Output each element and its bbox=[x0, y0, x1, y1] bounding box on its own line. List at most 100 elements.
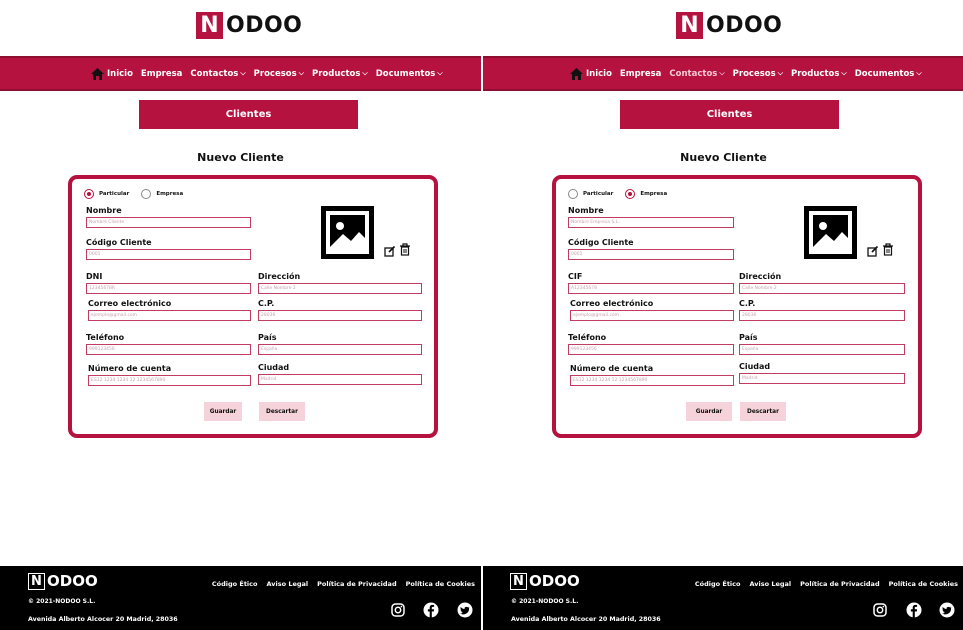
nombre-input[interactable]: Nombre Empresa S.L. bbox=[568, 217, 734, 228]
nav-inicio[interactable]: Inicio bbox=[570, 67, 612, 80]
footer-link-codigo-etico[interactable]: Código Ético bbox=[695, 580, 741, 588]
correo-label: Correo electrónico bbox=[570, 299, 654, 308]
footer-link-privacidad[interactable]: Política de Privacidad bbox=[800, 580, 879, 588]
nav-label: Contactos bbox=[190, 68, 239, 79]
telefono-input[interactable]: 999123456 bbox=[568, 344, 734, 355]
clientes-button[interactable]: Clientes bbox=[620, 100, 839, 129]
nav-label: Productos bbox=[791, 68, 840, 79]
direccion-label: Dirección bbox=[258, 272, 301, 281]
nombre-input[interactable]: Nombre Cliente bbox=[86, 217, 251, 228]
footer-link-privacidad[interactable]: Política de Privacidad bbox=[317, 580, 396, 588]
facebook-icon[interactable] bbox=[423, 602, 439, 618]
radio-particular[interactable] bbox=[84, 189, 94, 199]
instagram-icon[interactable] bbox=[390, 602, 406, 618]
cif-input[interactable]: A12345678 bbox=[568, 283, 734, 294]
nav-label: Empresa bbox=[619, 68, 662, 79]
discard-button[interactable]: Descartar bbox=[259, 402, 305, 421]
nav-documentos[interactable]: Documentos ⌵ bbox=[855, 69, 922, 79]
pais-input[interactable]: España bbox=[739, 344, 905, 355]
twitter-icon[interactable] bbox=[939, 602, 955, 618]
nav-label: Productos bbox=[312, 68, 361, 79]
nav-productos[interactable]: Productos ⌵ bbox=[312, 69, 368, 79]
site-logo[interactable]: N ODOO bbox=[196, 10, 302, 40]
correo-input[interactable]: ejemplo@gmail.com bbox=[88, 310, 251, 321]
save-button[interactable]: Guardar bbox=[204, 402, 242, 421]
radio-particular[interactable] bbox=[568, 189, 578, 199]
footer-link-codigo-etico[interactable]: Código Ético bbox=[212, 580, 258, 588]
footer-logo[interactable]: N ODOO bbox=[510, 572, 580, 590]
ciudad-field: Ciudad Madrid bbox=[258, 363, 422, 385]
cif-label: CIF bbox=[568, 272, 583, 281]
nav-empresa[interactable]: Empresa bbox=[141, 69, 183, 79]
discard-button[interactable]: Descartar bbox=[740, 402, 786, 421]
logo-text: ODOO bbox=[226, 12, 303, 38]
codigo-input[interactable]: 0001 bbox=[86, 249, 251, 260]
pais-input[interactable]: España bbox=[258, 344, 422, 355]
telefono-field: Teléfono 999123456 bbox=[86, 333, 251, 355]
telefono-label: Teléfono bbox=[86, 333, 125, 342]
site-logo[interactable]: N ODOO bbox=[676, 10, 782, 40]
correo-input[interactable]: ejemplo@gmail.com bbox=[570, 310, 734, 321]
cuenta-input[interactable]: ES12 1234 1234 12 1234567890 bbox=[88, 375, 251, 386]
cp-input[interactable]: 28036 bbox=[739, 310, 905, 321]
trash-icon[interactable] bbox=[399, 241, 411, 256]
ciudad-label: Ciudad bbox=[739, 362, 771, 371]
edit-icon[interactable] bbox=[384, 242, 396, 257]
nav-contactos[interactable]: Contactos ⌵ bbox=[669, 69, 724, 79]
instagram-icon[interactable] bbox=[872, 602, 888, 618]
footer-logo[interactable]: N ODOO bbox=[28, 572, 98, 590]
nav-procesos[interactable]: Procesos ⌵ bbox=[254, 69, 304, 79]
nav-empresa[interactable]: Empresa bbox=[620, 69, 662, 79]
facebook-icon[interactable] bbox=[906, 602, 922, 618]
nav-label: Inicio bbox=[586, 68, 612, 79]
radio-empresa[interactable] bbox=[141, 189, 152, 199]
dni-input[interactable]: 12345678R bbox=[86, 283, 251, 294]
nav-inicio[interactable]: Inicio bbox=[91, 67, 133, 80]
footer-link-aviso-legal[interactable]: Aviso Legal bbox=[266, 580, 308, 588]
correo-field: Correo electrónico ejemplo@gmail.com bbox=[88, 299, 251, 321]
footer-link-cookies[interactable]: Política de Cookies bbox=[406, 580, 475, 588]
direccion-input[interactable]: Calle Nombre 2 bbox=[258, 283, 422, 294]
cuenta-input[interactable]: ES12 1234 1234 12 1234567890 bbox=[570, 375, 734, 386]
correo-field: Correo electrónico ejemplo@gmail.com bbox=[570, 299, 734, 321]
direccion-input[interactable]: Calle Nombre 2 bbox=[739, 283, 905, 294]
telefono-field: Teléfono 999123456 bbox=[568, 333, 734, 355]
logo-initial: N bbox=[196, 11, 223, 39]
ciudad-input[interactable]: Madrid bbox=[258, 374, 422, 385]
radio-label-empresa: Empresa bbox=[156, 191, 184, 197]
cp-label: C.P. bbox=[739, 299, 756, 308]
cuenta-field: Número de cuenta ES12 1234 1234 12 12345… bbox=[570, 364, 734, 386]
clientes-button[interactable]: Clientes bbox=[139, 100, 358, 129]
chevron-down-icon: ⌵ bbox=[916, 69, 922, 77]
nav-procesos[interactable]: Procesos ⌵ bbox=[733, 69, 783, 79]
form-title: Nuevo Cliente bbox=[197, 151, 284, 164]
cp-input[interactable]: 28036 bbox=[258, 310, 422, 321]
footer-link-aviso-legal[interactable]: Aviso Legal bbox=[749, 580, 791, 588]
edit-icon[interactable] bbox=[867, 242, 879, 257]
radio-empresa[interactable] bbox=[625, 189, 636, 199]
nav-productos[interactable]: Productos ⌵ bbox=[791, 69, 847, 79]
chevron-down-icon: ⌵ bbox=[777, 69, 784, 77]
cuenta-field: Número de cuenta ES12 1234 1234 12 12345… bbox=[88, 364, 251, 386]
pais-label: País bbox=[258, 333, 277, 342]
nav-label: Contactos bbox=[669, 68, 718, 79]
save-button[interactable]: Guardar bbox=[686, 402, 732, 421]
cif-field: CIF A12345678 bbox=[568, 272, 734, 294]
twitter-icon[interactable] bbox=[457, 602, 473, 618]
nombre-field: Nombre Nombre Empresa S.L. bbox=[568, 206, 734, 228]
ciudad-input[interactable]: Madrid bbox=[739, 373, 905, 384]
codigo-input[interactable]: 0001 bbox=[568, 249, 734, 260]
client-image-placeholder bbox=[804, 206, 857, 259]
chevron-down-icon: ⌵ bbox=[437, 69, 443, 77]
telefono-input[interactable]: 999123456 bbox=[86, 344, 251, 355]
nav-documentos[interactable]: Documentos ⌵ bbox=[376, 69, 443, 79]
logo-text: ODOO bbox=[529, 572, 580, 590]
image-icon bbox=[804, 206, 857, 259]
dni-field: DNI 12345678R bbox=[86, 272, 251, 294]
nav-contactos[interactable]: Contactos ⌵ bbox=[190, 69, 245, 79]
trash-icon[interactable] bbox=[882, 241, 894, 256]
nav-label: Procesos bbox=[732, 68, 776, 79]
telefono-label: Teléfono bbox=[568, 333, 607, 342]
address: Avenida Alberto Alcocer 20 Madrid, 28036 bbox=[28, 616, 178, 623]
footer-link-cookies[interactable]: Política de Cookies bbox=[889, 580, 958, 588]
